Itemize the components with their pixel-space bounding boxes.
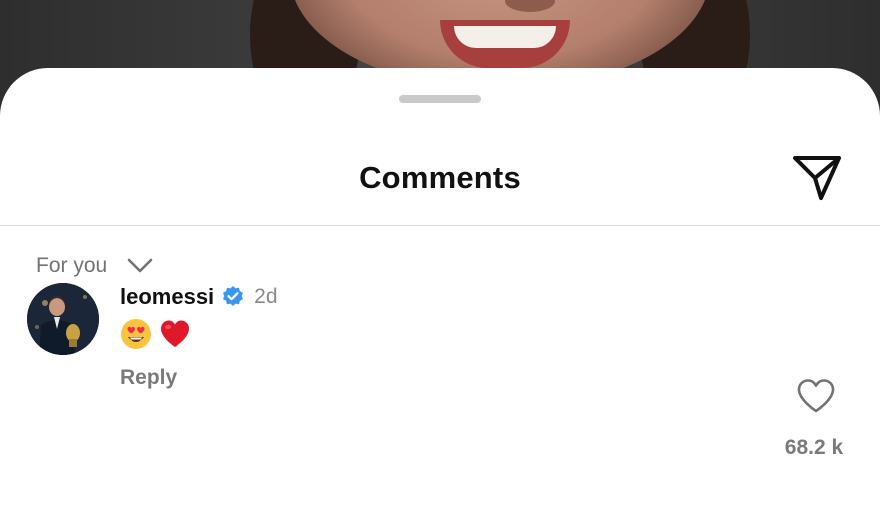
heart-outline-icon [797,379,835,413]
sheet-title: Comments [359,160,521,195]
comment-time: 2d [254,285,278,308]
sort-label: For you [36,254,108,277]
drag-handle[interactable] [399,95,481,103]
like-button[interactable] [796,378,838,416]
like-count: 68.2 k [784,436,844,459]
header-divider [0,225,880,226]
username[interactable]: leomessi [120,284,214,310]
paper-plane-icon [793,156,841,200]
chevron-down-icon [127,258,153,274]
heart-eyes-emoji-icon [121,319,151,349]
comment-item: leomessi 2d Reply 68.2 k [0,278,880,459]
red-heart-emoji-icon [161,320,189,347]
sort-dropdown[interactable]: For you [36,254,153,278]
reply-button[interactable]: Reply [120,366,177,390]
photo-teeth [454,26,556,48]
comment-header: leomessi 2d [120,284,278,310]
avatar[interactable] [27,283,99,355]
comment-text [120,318,191,350]
verified-badge-icon [221,285,245,309]
share-button[interactable] [788,152,846,204]
